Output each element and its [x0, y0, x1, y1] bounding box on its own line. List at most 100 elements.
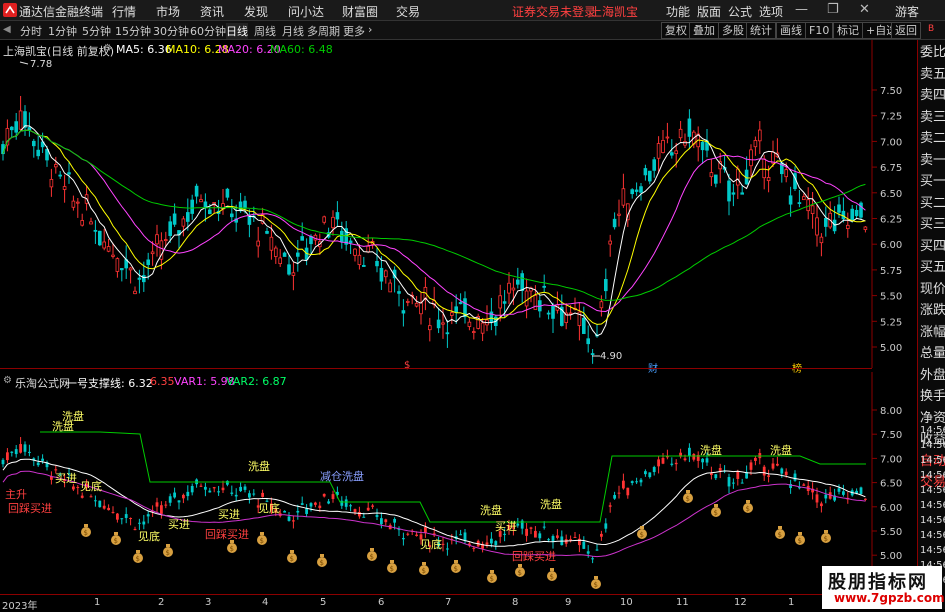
kline-candle: [678, 128, 683, 139]
minimize-icon[interactable]: —: [795, 2, 808, 17]
watermark-logo: 股朋指标网 www.7gpzb.com: [822, 566, 945, 609]
money-bag-icon: $: [257, 532, 267, 545]
kline-candle: [634, 189, 639, 192]
title-bar: 通达信金融终端 行情 市场 资讯 发现 问小达 财富圈 交易 证券交易未登录 上…: [0, 0, 945, 21]
mark-button[interactable]: 标记: [833, 22, 863, 39]
menu-function[interactable]: 功能: [666, 3, 690, 20]
y-tick-label: 7.00: [880, 454, 902, 465]
x-tick: 12: [734, 597, 747, 608]
panel-toggle[interactable]: B: [928, 24, 934, 34]
f10-button[interactable]: F10: [805, 22, 834, 39]
tab-period-5min[interactable]: 5分钟: [82, 23, 111, 39]
tab-period-daily[interactable]: 日线: [226, 23, 248, 39]
sub-candle: [661, 457, 665, 464]
login-warning[interactable]: 证券交易未登录: [512, 3, 596, 20]
guest-user[interactable]: 游客: [895, 3, 919, 20]
menu-quotes[interactable]: 行情: [112, 3, 136, 20]
menu-market[interactable]: 市场: [156, 3, 180, 20]
money-bag-icon: $: [821, 530, 831, 543]
panel-divider[interactable]: [0, 368, 872, 369]
collapse-icon[interactable]: ◀: [3, 24, 11, 35]
more-chevron-icon[interactable]: ›: [368, 23, 372, 36]
kline-candle: [599, 301, 604, 309]
multi-stock-button[interactable]: 多股: [718, 22, 748, 39]
sub-candle: [234, 494, 238, 497]
kline-candle: [758, 129, 762, 142]
kline-candle: [414, 302, 419, 307]
tab-period-monthly[interactable]: 月线: [282, 23, 304, 39]
restore-icon[interactable]: ❐: [827, 2, 839, 17]
tab-period-timeshare[interactable]: 分时: [20, 23, 42, 39]
kline-candle: [269, 236, 274, 251]
overlay-button[interactable]: 叠加: [689, 22, 719, 39]
sub-candle: [652, 467, 656, 473]
menu-news[interactable]: 资讯: [200, 3, 224, 20]
kline-candle: [163, 239, 168, 241]
sub-candle: [441, 543, 445, 545]
menu-discover[interactable]: 发现: [244, 3, 268, 20]
sub-candle: [177, 500, 181, 503]
kline-candle: [98, 230, 102, 246]
signal-label: 见底: [80, 479, 102, 493]
adjust-button[interactable]: 复权: [661, 22, 691, 39]
quote-field-label: 换手: [920, 389, 945, 404]
sub-candle: [740, 482, 744, 484]
menu-formula[interactable]: 公式: [728, 3, 752, 20]
kline-candle: [797, 202, 802, 205]
kline-candle: [863, 226, 868, 230]
money-bag-icon: $: [637, 526, 647, 539]
menu-options[interactable]: 选项: [759, 3, 783, 20]
tab-period-multi[interactable]: 多周期: [307, 23, 340, 39]
kline-candle: [361, 265, 366, 267]
tab-period-15min[interactable]: 15分钟: [115, 23, 151, 39]
tab-period-weekly[interactable]: 周线: [254, 23, 276, 39]
kline-candle: [445, 332, 450, 335]
menu-ask[interactable]: 问小达: [288, 3, 324, 20]
close-icon[interactable]: ✕: [859, 2, 870, 17]
menu-trade[interactable]: 交易: [396, 3, 420, 20]
sub-candle: [718, 467, 722, 472]
tab-period-more[interactable]: 更多: [343, 23, 365, 39]
draw-button[interactable]: 画线: [776, 22, 806, 39]
kline-candle: [498, 295, 502, 309]
tab-period-1min[interactable]: 1分钟: [48, 23, 77, 39]
stats-button[interactable]: 统计: [746, 22, 776, 39]
menu-layout[interactable]: 版面: [697, 3, 721, 20]
sub-candle: [705, 458, 709, 463]
kline-candle: [766, 177, 771, 182]
kline-candle: [846, 224, 850, 230]
y-tick-label: 6.50: [880, 479, 902, 490]
app-logo-icon: [3, 3, 17, 17]
sub-candle: [217, 491, 220, 493]
sub-candle: [146, 514, 150, 517]
svg-text:$: $: [166, 549, 170, 557]
sub-candle: [859, 487, 863, 495]
money-bag-icon: $: [547, 568, 557, 581]
sub-candle: [331, 494, 335, 500]
svg-text:$: $: [824, 535, 828, 543]
kline-candle: [507, 282, 511, 294]
sub-candle: [613, 495, 616, 499]
kline-candle: [608, 240, 612, 245]
kline-candle: [520, 273, 524, 291]
tab-period-30min[interactable]: 30分钟: [153, 23, 189, 39]
kline-candle: [714, 174, 718, 184]
kline-candle: [665, 136, 670, 139]
kline-candle: [753, 140, 758, 148]
tab-period-60min[interactable]: 60分钟: [190, 23, 226, 39]
menu-wealth[interactable]: 财富圈: [342, 3, 378, 20]
kline-candle: [225, 188, 230, 198]
sub-candle: [617, 492, 621, 494]
sub-candle: [626, 487, 630, 496]
sub-candle: [529, 527, 533, 529]
y-tick-label: 5.50: [880, 527, 902, 538]
trade-time-tick: 14:56: [920, 545, 945, 556]
kline-candle: [366, 245, 370, 253]
main-chart-canvas[interactable]: 7.50 7.25 7.00 6.75 6.50 6.25 6.00 5.75 5.50 5.25…: [0, 40, 917, 368]
back-button[interactable]: 返回: [891, 22, 921, 39]
sub-chart-canvas[interactable]: 8.007.507.006.506.005.505.00 洗盘洗盘洗盘洗盘 洗盘洗…: [0, 372, 917, 594]
sub-candle: [648, 472, 652, 478]
sub-candle: [670, 463, 674, 465]
kline-candle: [590, 353, 595, 355]
quote-field-label: 卖二: [920, 131, 945, 146]
